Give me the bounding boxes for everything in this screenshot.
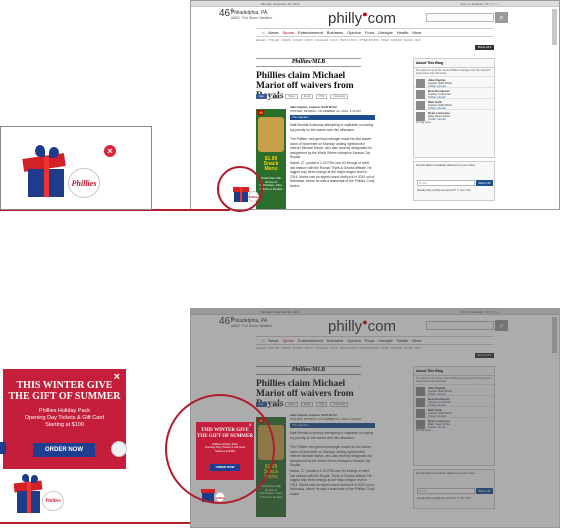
nav-more[interactable]: More: [412, 29, 421, 36]
nav-business[interactable]: Business: [327, 29, 343, 36]
tweet-button[interactable]: Tweet: [269, 94, 283, 99]
callout-line: [0, 522, 190, 524]
author-card[interactable]: Jake Kaplan Inquirer Staff Writer Twitter …: [414, 76, 494, 88]
search-icon[interactable]: ⌕: [495, 12, 508, 23]
scrollbar[interactable]: [552, 9, 557, 45]
main-nav: ⌂ News Sports Entertainment Business Opi…: [256, 28, 493, 37]
newsletter-text: Get the latest newsletter delivered to y…: [416, 163, 476, 167]
all-posts-link[interactable]: All blog posts ›: [414, 120, 494, 125]
date-strip: Monday, November 24, 2014 Sign in | Regi…: [191, 1, 559, 7]
phillies-logo: Phillies: [68, 168, 100, 198]
inquirer-badge: The Inquirer: [290, 115, 375, 120]
ribbon-tab: [0, 442, 6, 454]
about-blog-box: About This Blog The place for up-to-the-…: [413, 58, 495, 158]
site-logo[interactable]: philly●com: [328, 9, 396, 27]
gift-ribbon: [44, 157, 49, 197]
nav-lifestyle[interactable]: Lifestyle: [378, 29, 393, 36]
promo-headline: THIS WINTER GIVE: [16, 380, 113, 391]
close-x-icon[interactable]: ×: [104, 145, 116, 157]
like-button[interactable]: Like: [256, 94, 267, 99]
mcdonalds-logo: M: [258, 110, 264, 115]
order-now-button[interactable]: ORDER NOW: [33, 443, 95, 457]
author-card[interactable]: Ryan Lawrence Daily News Writer Twitter | …: [414, 109, 494, 121]
newsletter-box: Get the latest newsletter delivered to y…: [413, 161, 495, 201]
article-paragraph: Mariot, 27, posted a 2.32 ERA over 62 in…: [290, 161, 375, 188]
nav-sports[interactable]: Sports: [282, 29, 294, 36]
email-button[interactable]: Email: [300, 94, 314, 99]
author-photo: [416, 90, 425, 99]
nav-news[interactable]: News: [268, 29, 278, 36]
promo-panel[interactable]: THIS WINTER GIVE THE GIFT OF SUMMER Phil…: [3, 369, 127, 469]
about-blog-title: About This Blog: [414, 59, 494, 68]
section-label[interactable]: Phillies/MLB: [256, 58, 361, 67]
expanded-widget-zoom[interactable]: THIS WINTER GIVE THE GIFT OF SUMMER Phil…: [0, 366, 128, 522]
promo-headline: THE GIFT OF SUMMER: [8, 391, 121, 402]
gift-bow: [35, 145, 45, 157]
nav-food[interactable]: Food: [365, 29, 374, 36]
author-card[interactable]: Matt Gelb Inquirer Staff Writer Twitter | …: [414, 98, 494, 110]
nav-opinion[interactable]: Opinion: [347, 29, 361, 36]
weather-widget[interactable]: 46° Philadelphia, PA 6ABC ·Full Storm We…: [219, 9, 272, 21]
phillies-logo: Phillies: [42, 491, 64, 511]
author-photo: [416, 101, 425, 110]
gift-ribbon: [27, 482, 31, 513]
author-photo: [416, 79, 425, 88]
promo-subtext: Opening Day Tickets & Gift Card: [24, 415, 105, 421]
temperature: 46°: [219, 8, 235, 19]
callout-circle: [217, 166, 263, 212]
nav-entertainment[interactable]: Entertainment: [298, 29, 323, 36]
nav-health[interactable]: Health: [397, 29, 409, 36]
ad-headline: $1.99 Snack Menu: [263, 156, 279, 172]
gift-bow: [22, 474, 29, 482]
author-card[interactable]: Bob Brookover Inquirer Columnist Twitter |…: [414, 87, 494, 99]
article-paragraph: Matt Klentak is already attempting to ca…: [290, 123, 374, 132]
comments-button[interactable]: Comments: [330, 94, 349, 99]
sub-nav[interactable]: EAGLES · PHILLIES · SIXERS · FLYERS · UN…: [256, 38, 493, 43]
about-blog-desc: The place for up-to-the-minute Phillies …: [416, 69, 491, 75]
share-buttons: Like Tweet Share Email Print Comments: [256, 94, 376, 99]
gift-bow: [31, 475, 38, 483]
header-links[interactable]: Sign in | Register | ✉ | f | t | +: [460, 1, 499, 7]
gift-bow: [49, 147, 59, 158]
print-button[interactable]: Print: [316, 94, 328, 99]
posted-date: POSTED: MONDAY, NOVEMBER 24, 2014, 2:14 …: [290, 109, 361, 113]
show-all-button[interactable]: Show All ▾: [475, 45, 494, 50]
collapsed-widget-zoom[interactable]: Phillies ×: [0, 126, 152, 210]
promo-subtext: Phillies Holiday Pack: [38, 408, 91, 414]
weather-link[interactable]: 6ABC ·Full Storm Weather: [231, 16, 272, 21]
article-paragraph: The Phillies' new general manager made h…: [290, 137, 373, 160]
date-text: Monday, November 24, 2014: [261, 2, 300, 6]
food-image: [258, 117, 284, 152]
close-x-icon[interactable]: ×: [114, 371, 120, 383]
newsletter-account-question[interactable]: Already have a philly.com account? ☐ Yes…: [417, 189, 471, 192]
home-icon[interactable]: ⌂: [262, 29, 264, 36]
byline: Jake Kaplan, Inquirer Staff Writer POSTE…: [290, 105, 375, 113]
promo-subtext: Starting at $100: [45, 422, 84, 428]
search-input[interactable]: [426, 13, 494, 22]
callout-circle: [165, 394, 275, 504]
author-photo: [416, 112, 425, 121]
newsletter-email-input[interactable]: Email: [417, 180, 475, 186]
baseball-icon: [111, 441, 127, 457]
share-button[interactable]: Share: [285, 94, 298, 99]
newsletter-signup-button[interactable]: SIGN UP: [476, 180, 493, 186]
